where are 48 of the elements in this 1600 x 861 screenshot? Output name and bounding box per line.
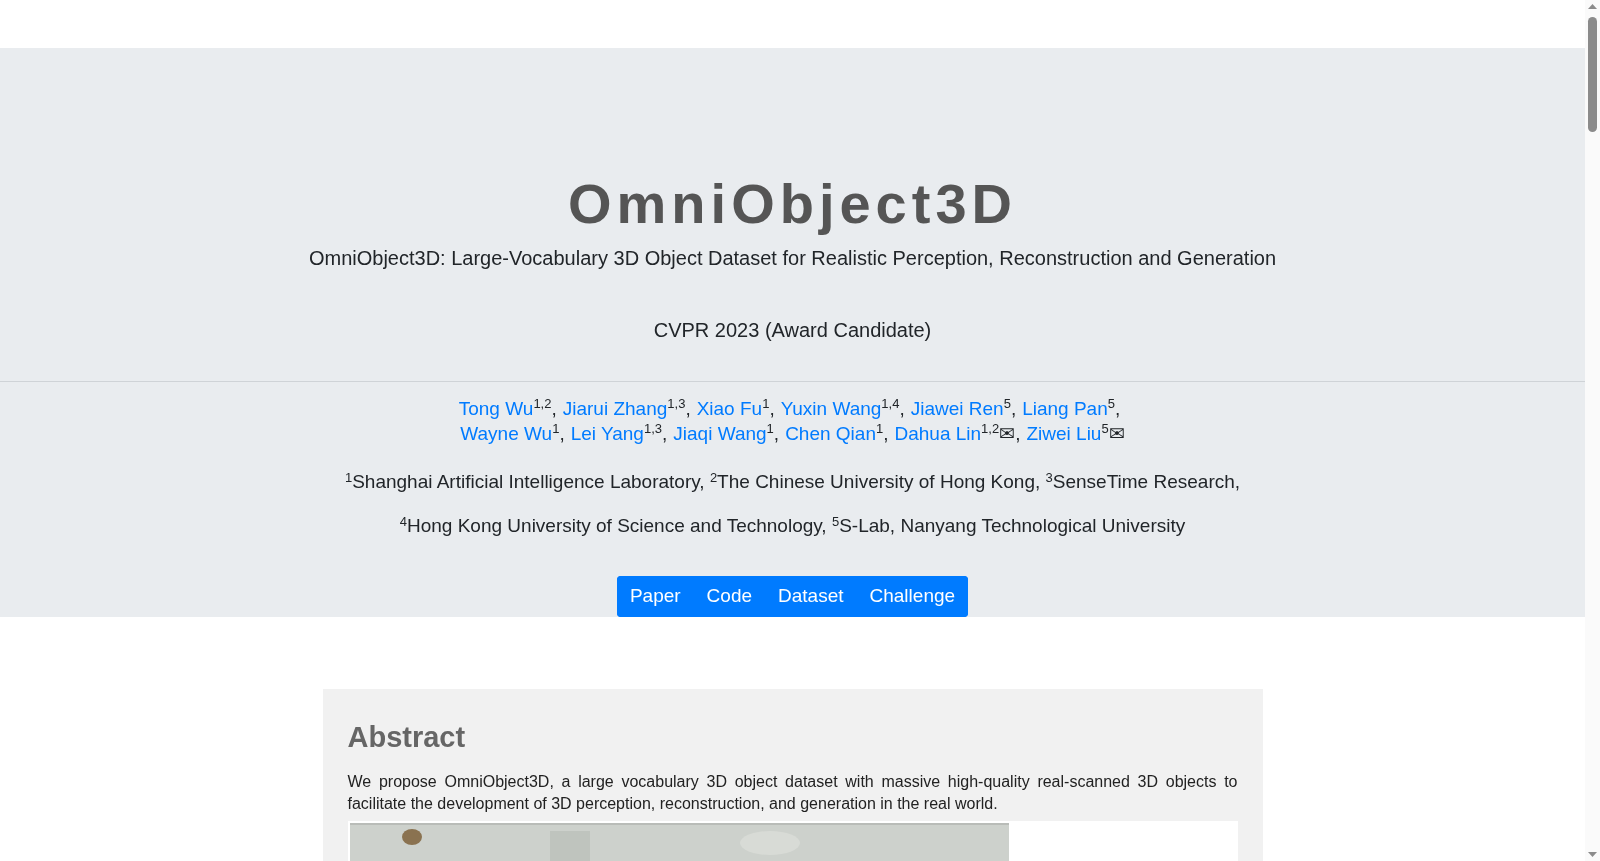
- author-link[interactable]: Ziwei Liu: [1026, 421, 1102, 446]
- affiliation-number: 1: [762, 396, 770, 412]
- author-link[interactable]: Chen Qian: [785, 421, 876, 446]
- scroll-up-icon[interactable]: [1588, 4, 1597, 9]
- author-link[interactable]: Wayne Wu: [460, 421, 553, 446]
- abstract-heading: Abstract: [347, 720, 467, 755]
- separator: ,: [899, 397, 905, 421]
- affiliation-number: 1: [875, 421, 884, 437]
- author-link[interactable]: Lei Yang: [570, 421, 644, 446]
- author-link[interactable]: Dahua Lin: [894, 421, 982, 446]
- separator: ,: [883, 422, 889, 446]
- mail-icon: ✉: [1108, 421, 1125, 446]
- paper-subtitle: OmniObject3D: Large-Vocabulary 3D Object Dataset for Realistic Perception, Reconstruction and Generation: [308, 246, 1277, 271]
- affiliation-line: $^{1}$Shanghai Artificial Intelligence Laboratory, $^{2}$The Chinese University of Hong Kong, $^{3}$SenseTime Research,: [344, 468, 1241, 494]
- affiliation-line: $^{4}$Hong Kong University of Science and Technology, $^{5}$S-Lab, Nanyang Technological University: [399, 512, 1186, 538]
- affiliation-number: 1: [552, 421, 560, 437]
- affiliation-number: 1: [766, 421, 774, 436]
- separator: ,: [1114, 397, 1121, 421]
- separator: ,: [769, 397, 775, 421]
- affiliation-number: 1,4: [881, 396, 900, 412]
- mail-icon: ✉: [999, 421, 1016, 446]
- affiliation-number: 1,3: [667, 396, 686, 412]
- separator: ,: [1015, 422, 1021, 446]
- affiliation-number: 1,3: [643, 421, 663, 437]
- affiliation-number: 5: [1101, 421, 1109, 437]
- separator: ,: [662, 422, 668, 446]
- author-link[interactable]: Tong Wu: [458, 396, 534, 421]
- author-link[interactable]: Liang Pan: [1022, 396, 1108, 421]
- author-link[interactable]: Xiao Fu: [696, 396, 763, 421]
- affiliation-number: 5: [1107, 396, 1115, 411]
- venue-text: CVPR 2023 (Award Candidate): [653, 318, 932, 343]
- affiliation-number: 1,2: [981, 421, 1000, 436]
- author-link[interactable]: Yuxin Wang: [780, 396, 882, 421]
- page-title: OmniObject3D: [568, 172, 1017, 236]
- separator: ,: [551, 397, 557, 421]
- author-link[interactable]: Jiarui Zhang: [562, 396, 668, 421]
- separator: ,: [1010, 397, 1017, 421]
- scrollbar[interactable]: [1585, 0, 1600, 861]
- author-link[interactable]: Jiaqi Wang: [673, 421, 767, 446]
- scrollbar-thumb[interactable]: [1588, 17, 1597, 132]
- separator: ,: [685, 397, 691, 421]
- abstract-text: We propose OmniObject3D, a large vocabulary 3D object dataset with massive high-quality real-scanned 3D objects to facilitate the development of 3D perception, reconstruction, and generation in the real world.: [347, 772, 1238, 814]
- affiliation-number: 1,2: [533, 396, 552, 412]
- affiliation-number: 5: [1003, 396, 1011, 411]
- separator: ,: [559, 422, 565, 446]
- scroll-down-icon[interactable]: [1588, 852, 1597, 857]
- author-link[interactable]: Jiawei Ren: [910, 396, 1004, 421]
- separator: ,: [773, 422, 780, 446]
